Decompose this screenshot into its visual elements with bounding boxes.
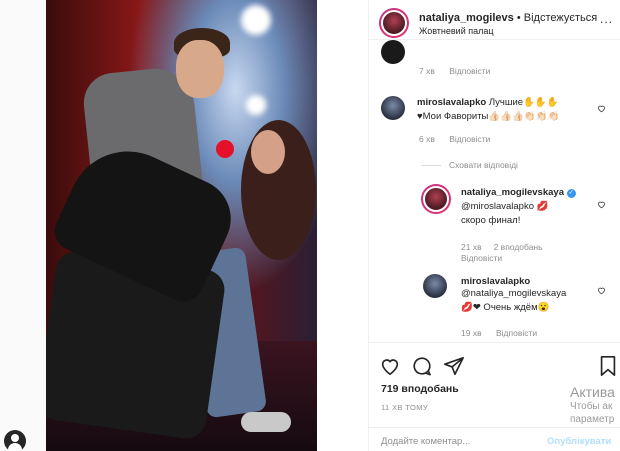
reply-text: @miroslavalapko 💋 bbox=[461, 201, 549, 212]
reply-text: @nataliya_mogilevskaya bbox=[461, 288, 567, 299]
author-username[interactable]: nataliya_mogilevs bbox=[419, 12, 514, 24]
reply: nataliya_mogilevskaya ✓ @miroslavalapko … bbox=[461, 186, 601, 228]
header-user-line: nataliya_mogilevs • Відстежується bbox=[419, 12, 597, 24]
separator-dot: • bbox=[516, 12, 521, 24]
reply-button[interactable]: Відповісти bbox=[496, 328, 537, 338]
comment-text-line2: ♥Мои Фавориты👍🏻👍🏻👍🏻👏🏻👏🏻👏🏻 bbox=[417, 111, 560, 122]
reply-time: 19 хв bbox=[461, 328, 482, 338]
post-header: nataliya_mogilevs • Відстежується Жовтне… bbox=[369, 0, 620, 40]
watermark-line1: Актива bbox=[570, 384, 615, 400]
reply-meta: 19 хв Відповісти bbox=[461, 328, 549, 338]
watermark-line2: Чтобы ак bbox=[570, 401, 613, 412]
watermark-line3: параметр bbox=[570, 414, 615, 425]
more-options-icon[interactable]: ... bbox=[600, 12, 613, 26]
reply-button[interactable]: Відповісти bbox=[449, 66, 490, 76]
heart-icon[interactable] bbox=[379, 355, 401, 377]
reply-text-line2: 💋❤ Очень ждём😮 bbox=[461, 302, 550, 313]
reply-button[interactable]: Відповісти bbox=[449, 134, 490, 144]
windows-activation-watermark: Актива Чтобы ак параметр bbox=[570, 384, 620, 426]
comment-meta: 6 хв Відповісти bbox=[419, 134, 502, 144]
comment-text: Лучшие✋✋✋ bbox=[488, 97, 559, 108]
reply-likes[interactable]: 2 вподобань bbox=[494, 242, 543, 252]
reply-username[interactable]: miroslavalapko bbox=[461, 276, 601, 287]
reply-button[interactable]: Відповісти bbox=[461, 253, 502, 263]
comment-avatar[interactable] bbox=[381, 96, 405, 120]
reply-meta: 21 хв 2 вподобань Відповісти bbox=[461, 242, 555, 264]
add-comment-input[interactable]: Додайте коментар... bbox=[381, 436, 470, 447]
reply-avatar[interactable] bbox=[423, 274, 447, 298]
comment-username[interactable]: miroslavalapko bbox=[417, 97, 486, 108]
comment: miroslavalapko Лучшие✋✋✋ ♥Мои Фавориты👍🏻… bbox=[417, 96, 597, 124]
publish-button[interactable]: Опублікувати bbox=[547, 436, 611, 447]
location-link[interactable]: Жовтневий палац bbox=[419, 26, 494, 36]
comment-avatar[interactable] bbox=[381, 40, 405, 64]
post-photo[interactable] bbox=[46, 0, 317, 451]
add-comment-row: Додайте коментар... Опублікувати bbox=[369, 427, 620, 451]
comment-icon[interactable] bbox=[411, 355, 433, 377]
reply-text-line2: скоро финал! bbox=[461, 215, 521, 226]
profile-icon[interactable] bbox=[4, 430, 26, 451]
hide-replies-button[interactable]: Сховати відповіді bbox=[421, 160, 518, 170]
likes-count[interactable]: 719 вподобань bbox=[381, 383, 459, 395]
reply-time: 21 хв bbox=[461, 242, 482, 252]
comment-time: 7 хв bbox=[419, 66, 435, 76]
post-time[interactable]: 11 ХВ ТОМУ bbox=[381, 403, 428, 412]
like-comment-heart-icon[interactable] bbox=[597, 100, 606, 113]
bookmark-icon[interactable] bbox=[597, 355, 619, 377]
comment-time: 6 хв bbox=[419, 134, 435, 144]
share-icon[interactable] bbox=[443, 355, 465, 377]
reply: miroslavalapko @nataliya_mogilevskaya 💋❤… bbox=[461, 276, 601, 315]
like-reply-heart-icon[interactable] bbox=[597, 282, 606, 295]
like-reply-heart-icon[interactable] bbox=[597, 196, 606, 209]
author-avatar[interactable] bbox=[379, 8, 409, 38]
verified-badge-icon: ✓ bbox=[566, 189, 576, 198]
reply-avatar[interactable] bbox=[421, 184, 451, 214]
reply-username[interactable]: nataliya_mogilevskaya bbox=[461, 187, 564, 198]
follow-status[interactable]: Відстежується bbox=[524, 12, 597, 24]
comment-meta: 7 хв Відповісти bbox=[419, 66, 502, 76]
page-background-left bbox=[0, 0, 46, 451]
